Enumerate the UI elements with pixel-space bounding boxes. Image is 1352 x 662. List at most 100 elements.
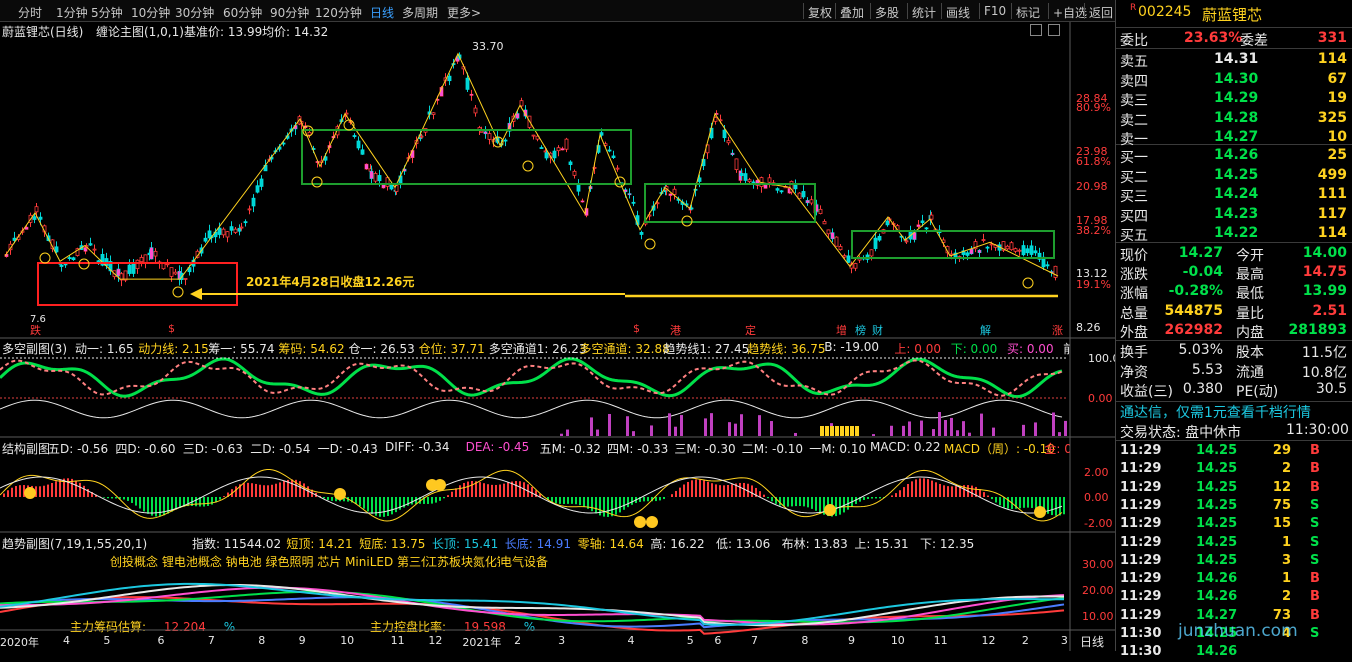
window-icon[interactable] <box>1048 24 1060 36</box>
candle <box>255 180 260 194</box>
candle <box>891 221 896 231</box>
event-marker[interactable]: 解 <box>980 322 991 338</box>
promo-link[interactable]: 通达信，仅需1元查看千档行情 <box>1116 401 1352 421</box>
candle <box>187 264 192 276</box>
pivot-box <box>644 183 816 223</box>
bid-row[interactable]: 买四 14.23 117 <box>1116 205 1352 225</box>
tool-divider <box>1084 3 1085 19</box>
tool-6[interactable]: 标记 <box>1016 4 1040 21</box>
candle <box>303 122 308 130</box>
ask-row[interactable]: 卖三 14.29 19 <box>1116 89 1352 109</box>
tool-8[interactable]: 返回 <box>1089 4 1113 21</box>
period-7[interactable]: 120分钟 <box>315 4 362 21</box>
sub-item: 二D: -0.54 <box>250 442 311 456</box>
ask-row[interactable]: 卖四 14.30 67 <box>1116 70 1352 90</box>
sub-title[interactable]: 趋势副图(7,19,1,55,20,1) <box>2 535 147 551</box>
period-5[interactable]: 60分钟 <box>223 4 262 21</box>
candle <box>869 249 874 261</box>
tool-divider <box>1048 3 1049 19</box>
x-axis-label: 12 <box>428 634 443 647</box>
indicator-name[interactable]: 缠论主图(1,0,1) <box>96 23 184 39</box>
sub1-bar <box>626 416 629 436</box>
sub-item: 多空通道1: 26.23 <box>488 342 587 356</box>
sub1-bar <box>650 425 653 436</box>
candle <box>511 113 516 128</box>
tool-5[interactable]: F10 <box>984 4 1006 18</box>
x-axis-label: 7 <box>207 634 215 647</box>
sub-title[interactable]: 多空副图(3) <box>2 340 67 356</box>
ask-row[interactable]: 卖五 14.31 114 <box>1116 50 1352 70</box>
candle <box>356 136 361 151</box>
tool-divider <box>907 3 908 19</box>
sub2-axis-label: 2.00 <box>1084 466 1109 479</box>
candle <box>50 239 55 253</box>
tool-7[interactable]: +自选 <box>1053 4 1087 21</box>
candle <box>989 241 994 251</box>
period-0[interactable]: 分时 <box>18 4 42 21</box>
candle <box>1049 269 1054 277</box>
x-axis-label: 9 <box>298 634 306 647</box>
bid-row[interactable]: 买五 14.22 114 <box>1116 224 1352 244</box>
x-axis-label: 2 <box>514 634 522 647</box>
candle <box>797 192 802 200</box>
sub1-bar <box>608 413 611 436</box>
pivot-marker <box>681 215 693 227</box>
candle <box>519 97 524 109</box>
candle <box>311 145 316 154</box>
period-9[interactable]: 多周期 <box>402 4 438 21</box>
bid-row[interactable]: 买一 14.26 25 <box>1116 146 1352 166</box>
sub1-bar <box>938 412 941 436</box>
candle <box>688 205 693 214</box>
sub-item: 仓一: 26.53 <box>348 342 415 356</box>
event-marker[interactable]: 港 <box>670 322 681 338</box>
stock-name: 蔚蓝锂芯 <box>1202 6 1263 24</box>
period-3[interactable]: 10分钟 <box>131 4 170 21</box>
candle <box>527 115 532 130</box>
sub1-line <box>0 399 1063 419</box>
candle <box>623 187 628 198</box>
bid-row[interactable]: 买二 14.25 499 <box>1116 166 1352 186</box>
event-marker[interactable]: 榜 <box>855 322 866 338</box>
candle <box>885 218 890 227</box>
candle <box>615 165 620 172</box>
candle <box>191 256 196 273</box>
candle <box>701 154 706 170</box>
period-8[interactable]: 日线 <box>370 4 394 21</box>
event-marker[interactable]: 财 <box>872 322 883 338</box>
candle <box>277 144 282 152</box>
stat-row: 外盘 262982 内盘 281893 <box>1120 321 1347 341</box>
sub-item: 一D: -0.43 <box>317 442 378 456</box>
sub-title[interactable]: 结构副图 <box>2 440 50 456</box>
tool-2[interactable]: 多股 <box>875 4 899 21</box>
event-marker[interactable]: $ <box>168 322 175 335</box>
event-marker[interactable]: 涨 <box>1052 322 1063 338</box>
annotation-text: 2021年4月28日收盘12.26元 <box>246 275 415 289</box>
tool-1[interactable]: 叠加 <box>840 4 864 21</box>
period-2[interactable]: 5分钟 <box>91 4 123 21</box>
sub1-header: 多空副图(3) 动一: 1.65 动力线: 2.15 筹一: 55.74 筹码: 54.… <box>0 340 1070 356</box>
sub-item: 短顶: 14.21 <box>286 537 353 551</box>
x-axis-period[interactable]: 日线 <box>1080 633 1104 650</box>
event-marker[interactable]: 增 <box>836 322 847 338</box>
tick-row: 11:29 14.25 15 S <box>1120 516 1320 532</box>
tick-row: 11:29 14.25 1 S <box>1120 534 1320 550</box>
ask-row[interactable]: 卖一 14.27 10 <box>1116 128 1352 148</box>
candle <box>899 234 904 242</box>
ask-row[interactable]: 卖二 14.28 325 <box>1116 109 1352 129</box>
candle <box>59 264 64 272</box>
period-10[interactable]: 更多> <box>447 4 481 21</box>
event-marker[interactable]: $ <box>633 322 640 335</box>
tool-3[interactable]: 统计 <box>912 4 936 21</box>
bid-row[interactable]: 买三 14.24 111 <box>1116 185 1352 205</box>
settings-icon[interactable] <box>1030 24 1042 36</box>
period-1[interactable]: 1分钟 <box>56 4 88 21</box>
tool-0[interactable]: 复权 <box>808 4 832 21</box>
candle <box>54 241 59 254</box>
candle <box>327 141 332 154</box>
tool-4[interactable]: 画线 <box>946 4 970 21</box>
candle <box>809 195 814 206</box>
period-6[interactable]: 90分钟 <box>270 4 309 21</box>
period-4[interactable]: 30分钟 <box>175 4 214 21</box>
x-axis-label: 9 <box>847 634 855 647</box>
event-marker[interactable]: 定 <box>745 322 756 338</box>
